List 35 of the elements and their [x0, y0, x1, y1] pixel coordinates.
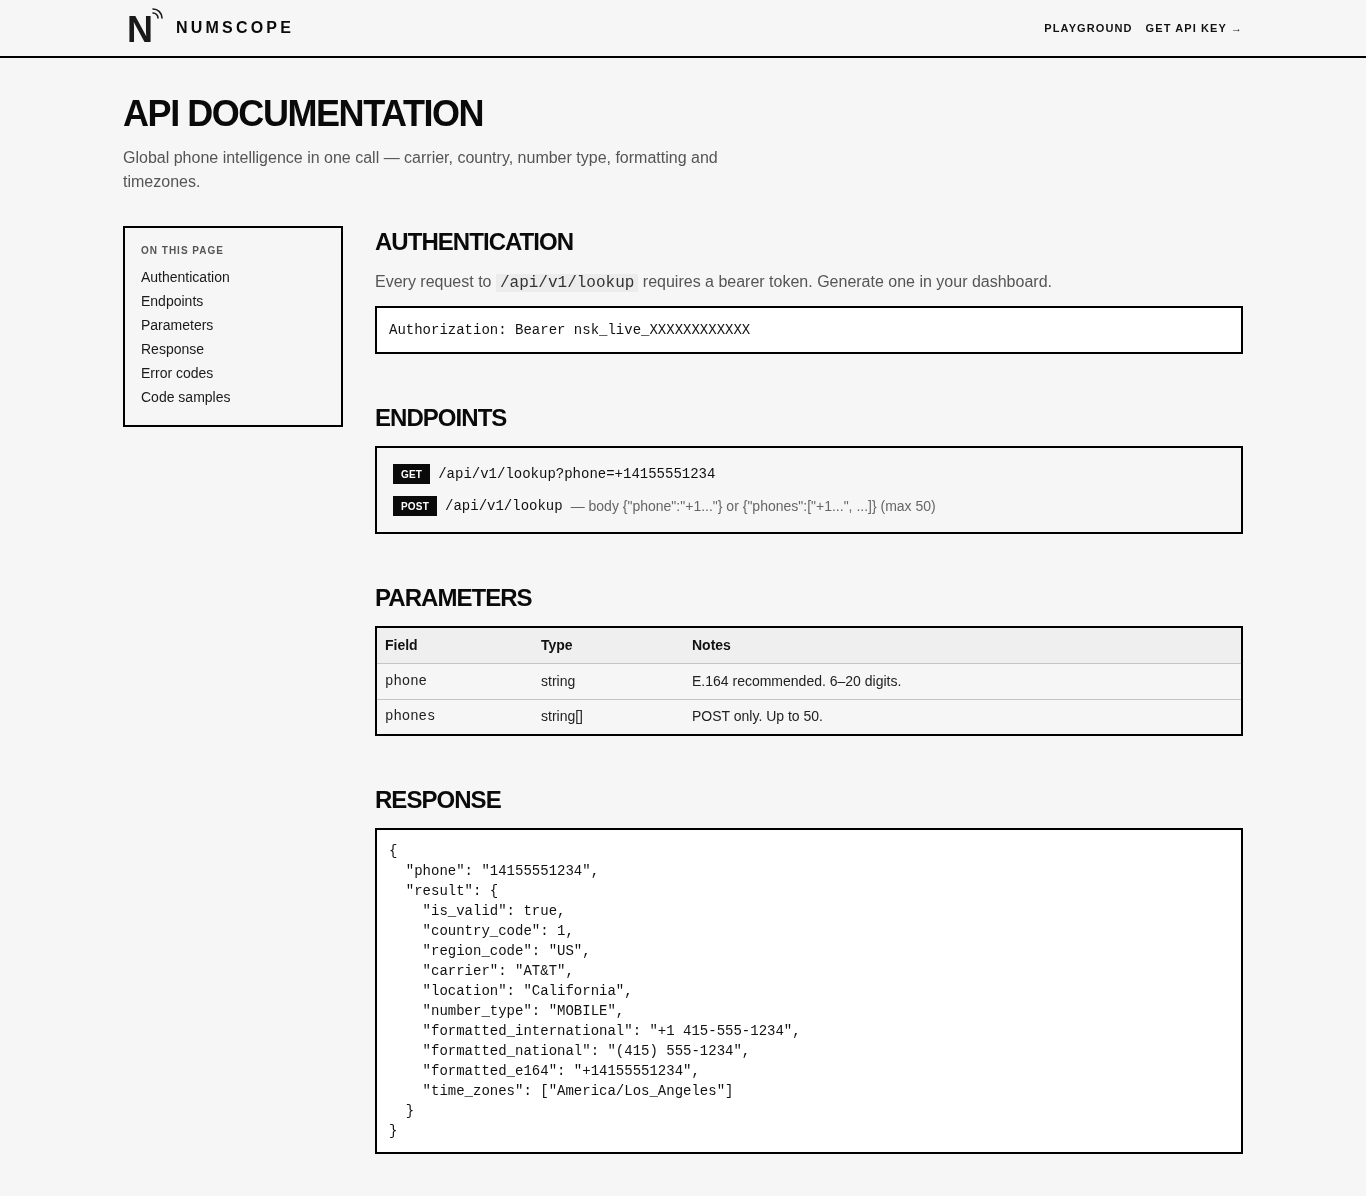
logo-letter: N	[127, 12, 153, 48]
toc-heading: ON THIS PAGE	[141, 244, 224, 258]
response-json-code: { "phone": "14155551234", "result": { "is_valid": true, "country_code": 1, "region_code": "US", "carrier": "AT&T", "location": "California", "number_type": "MOBILE", "formatted_international": "+1 415-555-1234", "formatted_national": "(415) 555-1234", "formatted_e164": "+14155551234", "time_zones": ["America/Los_Angeles"] } }	[375, 828, 1243, 1154]
section-heading: PARAMETERS	[375, 583, 532, 613]
toc-link[interactable]: Code samples	[141, 385, 231, 409]
toc-link[interactable]: Authentication	[141, 265, 230, 289]
table-header-cell: Field	[376, 627, 533, 663]
section-heading: RESPONSE	[375, 785, 501, 815]
table-cell: E.164 recommended. 6–20 digits.	[684, 663, 1242, 699]
toc-link[interactable]: Response	[141, 337, 205, 361]
table-cell: string[]	[533, 699, 684, 735]
table-cell: POST only. Up to 50.	[684, 699, 1242, 735]
page-title: API DOCUMENTATION	[123, 94, 484, 134]
auth-header-code: Authorization: Bearer nsk_live_XXXXXXXXXXXX	[375, 306, 1243, 354]
section-heading: ENDPOINTS	[375, 403, 507, 433]
signal-waves-icon	[152, 8, 163, 19]
endpoint-note: — body {"phone":"+1..."} or {"phones":["+1...", ...]} (max 50)	[570, 497, 936, 516]
brand-name: NUMSCOPE	[176, 18, 295, 38]
table-cell: string	[533, 663, 684, 699]
table-header-cell: Type	[533, 627, 684, 663]
page-subtitle: Global phone intelligence in one call — carrier, country, number type, formatting and timezones.	[123, 148, 719, 192]
toc-link[interactable]: Error codes	[141, 361, 214, 385]
http-method-badge: GET	[393, 464, 431, 484]
table-header-cell: Notes	[684, 627, 1242, 663]
toc-link[interactable]: Endpoints	[141, 289, 204, 313]
toc-link[interactable]: Parameters	[141, 313, 214, 337]
http-method-badge: POST	[393, 496, 438, 516]
nav-link[interactable]: PLAYGROUND	[1044, 19, 1133, 37]
endpoint-path: /api/v1/lookup?phone=+14155551234	[438, 465, 716, 484]
section-heading: AUTHENTICATION	[375, 227, 574, 257]
nav-link[interactable]: GET API KEY →	[1145, 19, 1243, 37]
table-cell: phone	[376, 663, 533, 699]
endpoint-path: /api/v1/lookup	[445, 497, 563, 516]
auth-description: Every request to /api/v1/lookup requires a bearer token. Generate one in your dashboard.	[375, 272, 1052, 294]
table-cell: phones	[376, 699, 533, 735]
